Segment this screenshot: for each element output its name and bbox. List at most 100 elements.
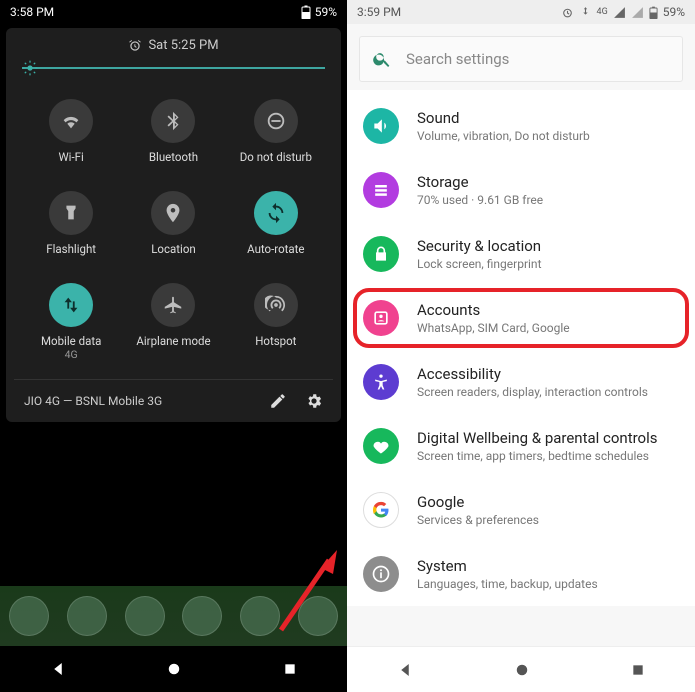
setting-subtitle: Services & preferences [417, 513, 539, 527]
setting-subtitle: Volume, vibration, Do not disturb [417, 129, 590, 143]
setting-title: Accounts [417, 301, 570, 319]
signal-icon [631, 6, 644, 19]
back-icon[interactable] [396, 661, 414, 679]
storage-icon [371, 180, 391, 200]
search-placeholder: Search settings [406, 50, 509, 68]
qs-footer: JIO 4G — BSNL Mobile 3G [14, 379, 333, 422]
setting-storage[interactable]: Storage 70% used · 9.61 GB free [347, 158, 695, 222]
tile-label: Wi-Fi [58, 151, 83, 165]
heart-icon [371, 436, 391, 456]
back-icon[interactable] [49, 660, 67, 678]
wifi-icon [60, 110, 82, 132]
settings-screenshot: 3:59 PM 4G 59% Search settings Sound Vol… [347, 0, 695, 692]
sun-icon [22, 60, 38, 76]
tile-dnd[interactable]: Do not disturb [225, 99, 327, 165]
brightness-slider[interactable] [22, 67, 325, 69]
setting-subtitle: 70% used · 9.61 GB free [417, 193, 543, 207]
tile-label: Airplane mode [136, 335, 210, 349]
tile-mobile-data[interactable]: Mobile data 4G [20, 283, 122, 362]
dock-app [240, 596, 280, 636]
settings-list: Sound Volume, vibration, Do not disturb … [347, 90, 695, 606]
setting-title: Security & location [417, 237, 542, 255]
tile-flashlight[interactable]: Flashlight [20, 191, 122, 257]
setting-system[interactable]: System Languages, time, backup, updates [347, 542, 695, 606]
dock-app [125, 596, 165, 636]
setting-subtitle: Lock screen, fingerprint [417, 257, 542, 271]
qs-clock: Sat 5:25 PM [14, 38, 333, 53]
setting-subtitle: Languages, time, backup, updates [417, 577, 598, 591]
battery-percent: 59% [663, 5, 685, 19]
quick-settings-screenshot: 3:58 PM 59% Sat 5:25 PM Wi-Fi Bluetoot [0, 0, 347, 692]
signal-icon [613, 6, 626, 19]
dock-app [67, 596, 107, 636]
alarm-icon [128, 39, 142, 53]
setting-wellbeing[interactable]: Digital Wellbeing & parental controls Sc… [347, 414, 695, 478]
setting-accessibility[interactable]: Accessibility Screen readers, display, i… [347, 350, 695, 414]
battery-icon [649, 6, 658, 19]
setting-subtitle: Screen readers, display, interaction con… [417, 385, 648, 399]
nav-bar [347, 646, 695, 692]
battery-percent: 59% [315, 5, 337, 19]
tile-label: Location [151, 243, 196, 257]
tile-wifi[interactable]: Wi-Fi [20, 99, 122, 165]
tile-label: Hotspot [255, 335, 296, 349]
home-icon[interactable] [165, 660, 183, 678]
data-icon [60, 294, 82, 316]
tile-auto-rotate[interactable]: Auto-rotate [225, 191, 327, 257]
status-bar: 3:59 PM 4G 59% [347, 0, 695, 24]
setting-subtitle: Screen time, app timers, bedtime schedul… [417, 449, 658, 463]
tile-airplane[interactable]: Airplane mode [122, 283, 224, 362]
airplane-icon [162, 294, 184, 316]
status-bar: 3:58 PM 59% [0, 0, 347, 24]
qs-tile-grid: Wi-Fi Bluetooth Do not disturb Flashligh… [14, 77, 333, 379]
search-icon [372, 49, 392, 69]
hotspot-icon [265, 294, 287, 316]
usb-icon [579, 6, 592, 19]
recent-icon[interactable] [630, 662, 646, 678]
setting-accounts[interactable]: Accounts WhatsApp, SIM Card, Google [347, 286, 695, 350]
tile-label: Flashlight [46, 243, 96, 257]
tile-label: Do not disturb [240, 151, 312, 165]
tile-bluetooth[interactable]: Bluetooth [122, 99, 224, 165]
search-settings[interactable]: Search settings [359, 36, 683, 82]
info-icon [371, 564, 391, 584]
location-icon [162, 202, 184, 224]
edit-icon[interactable] [269, 392, 287, 410]
rotate-icon [265, 202, 287, 224]
quick-settings-panel: Sat 5:25 PM Wi-Fi Bluetooth Do not distu… [6, 28, 341, 422]
home-dock [0, 586, 347, 646]
recent-icon[interactable] [282, 661, 298, 677]
setting-subtitle: WhatsApp, SIM Card, Google [417, 321, 570, 335]
lock-icon [371, 244, 391, 264]
flashlight-icon [60, 202, 82, 224]
carrier-text: JIO 4G — BSNL Mobile 3G [24, 394, 162, 408]
gear-icon[interactable] [305, 392, 323, 410]
tile-hotspot[interactable]: Hotspot [225, 283, 327, 362]
dnd-icon [265, 110, 287, 132]
bluetooth-icon [162, 110, 184, 132]
tile-label: Bluetooth [149, 151, 198, 165]
dock-app [9, 596, 49, 636]
setting-title: Digital Wellbeing & parental controls [417, 429, 658, 447]
dock-app [298, 596, 338, 636]
status-time: 3:58 PM [10, 5, 54, 19]
dock-app [182, 596, 222, 636]
accessibility-icon [371, 372, 391, 392]
account-icon [371, 308, 391, 328]
setting-title: Google [417, 493, 539, 511]
setting-security[interactable]: Security & location Lock screen, fingerp… [347, 222, 695, 286]
tile-sublabel: 4G [41, 348, 101, 361]
setting-google[interactable]: Google Services & preferences [347, 478, 695, 542]
network-label: 4G [597, 7, 608, 17]
tile-label: Auto-rotate [247, 243, 304, 257]
battery-icon [301, 5, 311, 19]
tile-location[interactable]: Location [122, 191, 224, 257]
setting-title: Sound [417, 109, 590, 127]
status-time: 3:59 PM [357, 5, 401, 19]
tile-label: Mobile data [41, 335, 101, 349]
setting-sound[interactable]: Sound Volume, vibration, Do not disturb [347, 94, 695, 158]
home-icon[interactable] [513, 661, 531, 679]
alarm-icon [561, 6, 574, 19]
nav-bar [0, 646, 347, 692]
setting-title: Storage [417, 173, 543, 191]
